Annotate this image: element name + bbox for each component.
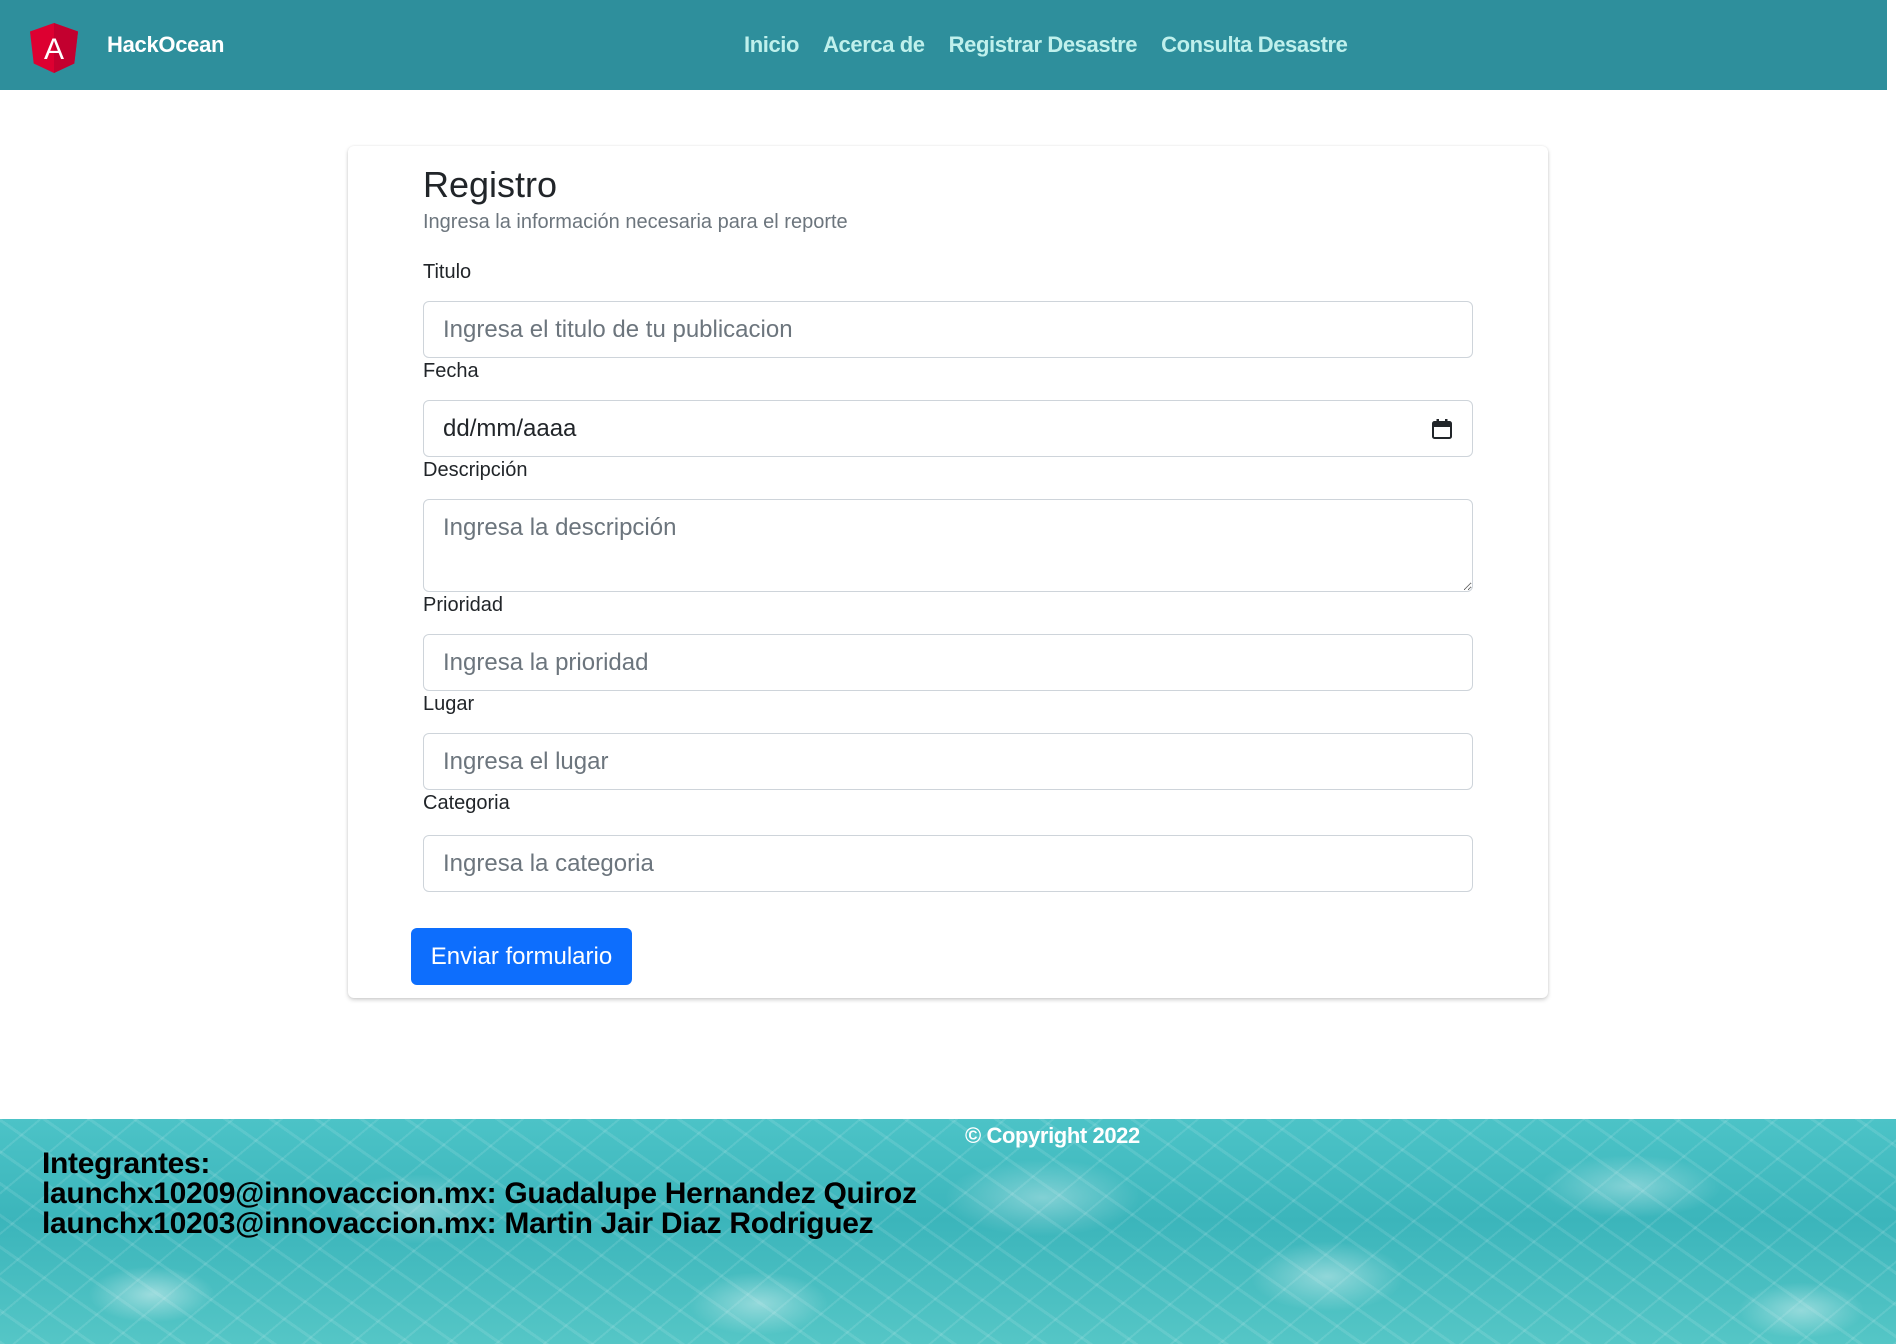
form-subtitle: Ingresa la información necesaria para el…	[423, 211, 848, 233]
members-heading: Integrantes:	[42, 1147, 211, 1180]
form-title: Registro	[423, 164, 558, 205]
member-entry: launchx10209@innovaccion.mx: Guadalupe H…	[42, 1177, 917, 1210]
fecha-date-value: dd/mm/aaaa	[443, 414, 577, 442]
angular-logo-icon[interactable]: A	[30, 23, 78, 73]
titulo-input[interactable]	[423, 301, 1473, 358]
logo-letter: A	[44, 33, 64, 66]
brand-name[interactable]: HackOcean	[107, 30, 224, 60]
team-members: Integrantes: launchx10209@innovaccion.mx…	[42, 1149, 917, 1239]
descripcion-textarea[interactable]	[423, 499, 1473, 592]
registration-card: Registro Ingresa la información necesari…	[348, 146, 1548, 998]
fecha-label: Fecha	[423, 360, 479, 382]
prioridad-input[interactable]	[423, 634, 1473, 691]
app-root: A HackOcean Inicio Acerca de Registrar D…	[0, 0, 1896, 1344]
top-navbar: A HackOcean Inicio Acerca de Registrar D…	[0, 0, 1887, 90]
nav-link-registrar-desastre[interactable]: Registrar Desastre	[949, 30, 1138, 60]
copyright-text: © Copyright 2022	[965, 1123, 1140, 1148]
categoria-input[interactable]	[423, 835, 1473, 892]
member-entry: launchx10203@innovaccion.mx: Martin Jair…	[42, 1207, 874, 1240]
titulo-label: Titulo	[423, 261, 472, 283]
calendar-icon[interactable]	[1431, 418, 1453, 440]
nav-link-consulta-desastre[interactable]: Consulta Desastre	[1161, 30, 1348, 60]
lugar-label: Lugar	[423, 693, 475, 715]
prioridad-label: Prioridad	[423, 594, 504, 616]
page-footer: © Copyright 2022 Integrantes: launchx102…	[0, 1119, 1896, 1344]
nav-link-inicio[interactable]: Inicio	[744, 30, 799, 60]
descripcion-label: Descripción	[423, 459, 528, 481]
submit-form-button[interactable]: Enviar formulario	[411, 928, 632, 985]
fecha-date-input[interactable]: dd/mm/aaaa	[423, 400, 1473, 457]
lugar-input[interactable]	[423, 733, 1473, 790]
main-nav: Inicio Acerca de Registrar Desastre Cons…	[744, 30, 1348, 60]
categoria-label: Categoria	[423, 792, 510, 814]
nav-link-acerca-de[interactable]: Acerca de	[823, 30, 925, 60]
